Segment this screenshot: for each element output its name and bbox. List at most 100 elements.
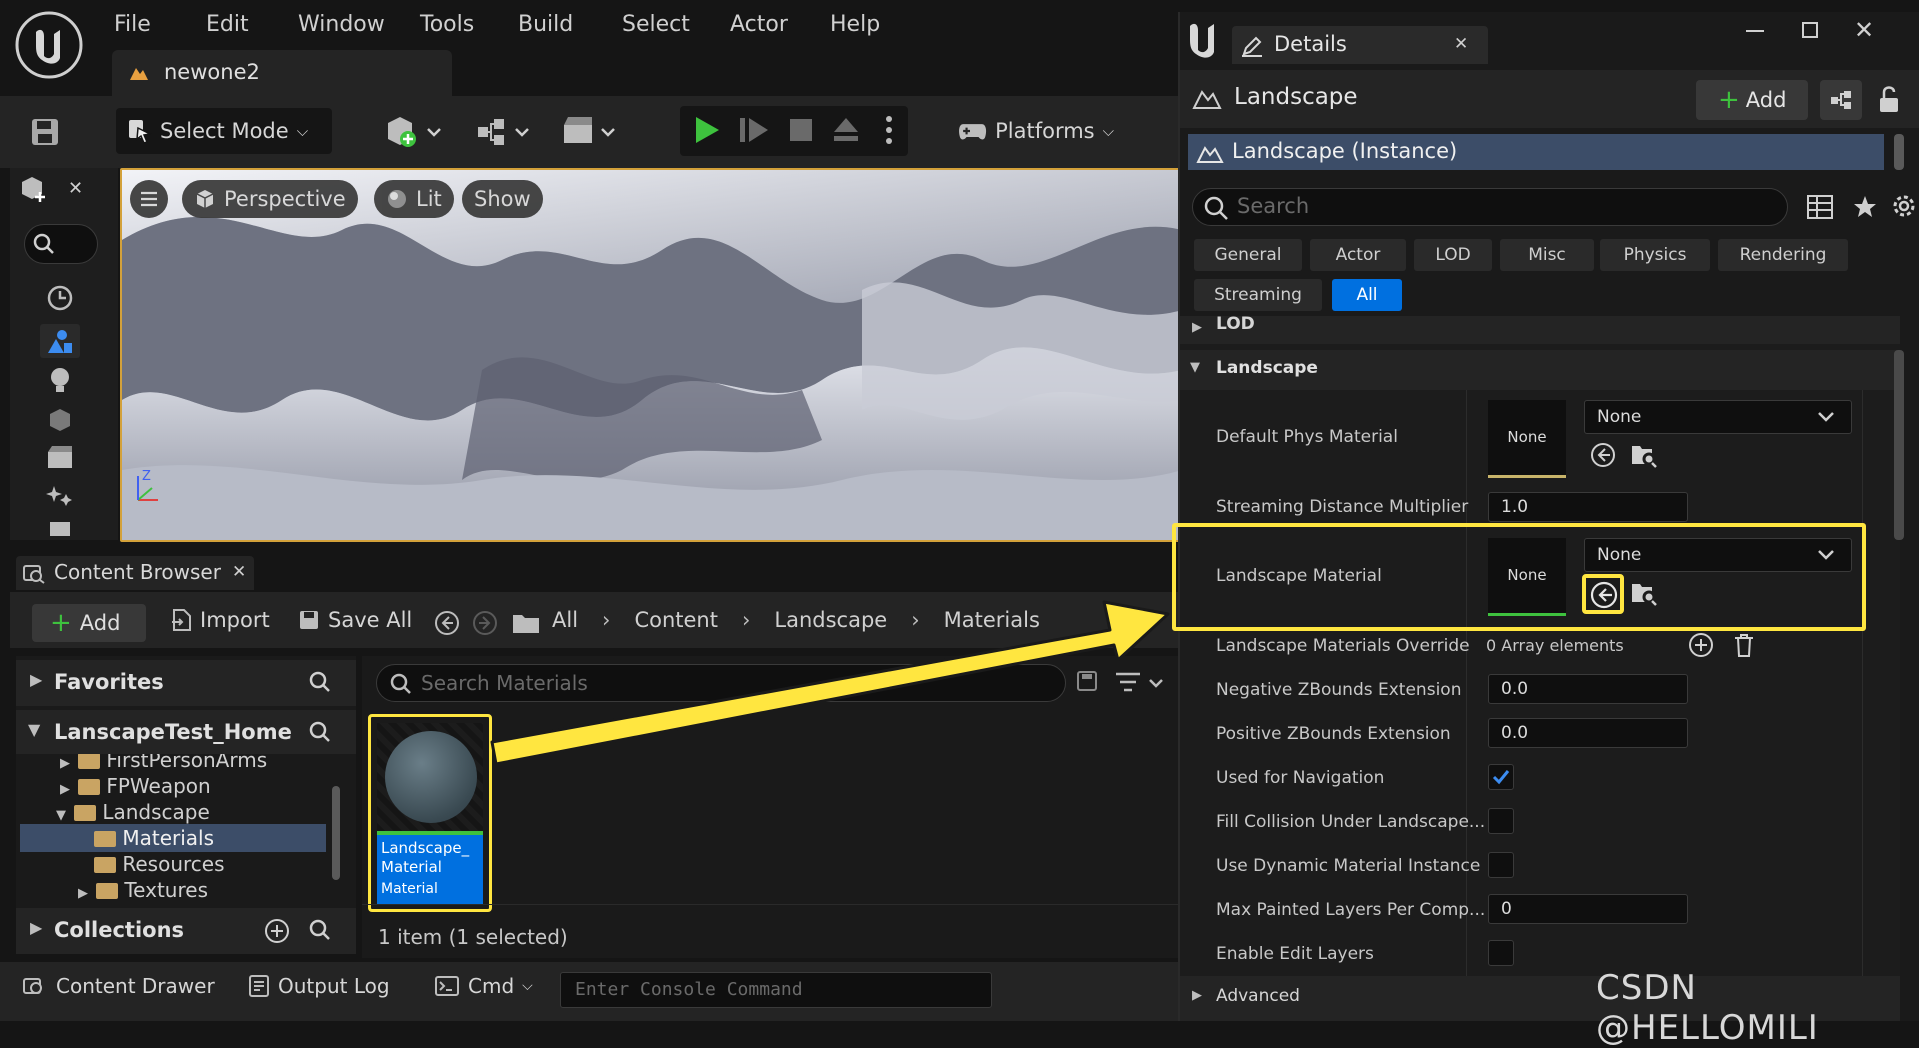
filter-physics[interactable]: Physics <box>1600 239 1710 271</box>
collections-header[interactable]: ▶ Collections <box>16 908 356 954</box>
visual-effects-icon[interactable] <box>46 482 74 510</box>
breadcrumb-materials[interactable]: Materials <box>944 608 1040 632</box>
search-icon[interactable] <box>308 670 332 694</box>
details-tab[interactable]: Details ✕ <box>1232 26 1488 64</box>
minimize-icon[interactable] <box>1746 30 1764 32</box>
content-drawer-button[interactable]: Content Drawer <box>22 974 215 998</box>
step-icon[interactable] <box>738 114 770 146</box>
landscape-material-dropdown[interactable]: None <box>1584 538 1852 572</box>
menu-actor[interactable]: Actor <box>730 12 788 37</box>
use-selected-asset-button[interactable] <box>1582 574 1624 614</box>
document-tab[interactable]: newone2 <box>112 50 452 96</box>
menu-edit[interactable]: Edit <box>206 12 249 37</box>
filter-rendering[interactable]: Rendering <box>1718 239 1848 271</box>
add-element-icon[interactable] <box>1688 632 1714 658</box>
enable-edit-layers-checkbox[interactable] <box>1488 940 1514 966</box>
settings-gear-icon[interactable] <box>1890 192 1918 220</box>
viewport-menu-button[interactable] <box>130 180 168 218</box>
tree-item-resources[interactable]: Resources <box>94 852 225 876</box>
component-instance-row[interactable]: Landscape (Instance) <box>1188 134 1884 170</box>
browse-asset-icon[interactable] <box>1630 442 1658 468</box>
blueprint-button[interactable] <box>1820 80 1862 120</box>
maximize-icon[interactable] <box>1802 22 1818 38</box>
browse-asset-icon[interactable] <box>1630 580 1658 606</box>
landscape-material-thumbnail[interactable]: None <box>1488 538 1566 616</box>
components-scrollbar[interactable] <box>1894 134 1904 170</box>
pos-zbounds-input[interactable]: 0.0 <box>1488 718 1688 748</box>
platforms-dropdown[interactable]: Platforms ⌵ <box>946 108 1126 154</box>
recent-icon[interactable] <box>46 284 74 312</box>
filter-all[interactable]: All <box>1332 279 1402 311</box>
breadcrumb-landscape[interactable]: Landscape <box>774 608 887 632</box>
blueprint-icon[interactable] <box>476 115 538 149</box>
tree-item-firstpersonarms[interactable]: ▶ FirstPersonArms <box>60 754 267 772</box>
favorite-star-icon[interactable] <box>1852 194 1878 220</box>
menu-file[interactable]: File <box>114 12 151 37</box>
close-window-icon[interactable]: ✕ <box>1854 16 1874 44</box>
tree-item-landscape[interactable]: ▼ Landscape <box>56 800 210 824</box>
search-materials-input[interactable]: Search Materials <box>376 664 1066 702</box>
stop-icon[interactable] <box>788 116 814 144</box>
project-header[interactable]: ▼ LanscapeTest_Home <box>16 710 356 754</box>
back-icon[interactable] <box>434 610 460 636</box>
add-collection-icon[interactable] <box>264 918 290 944</box>
lit-button[interactable]: Lit <box>374 180 454 218</box>
import-button[interactable]: Import <box>170 608 270 632</box>
perspective-button[interactable]: Perspective <box>182 180 358 218</box>
cmd-dropdown[interactable]: Cmd ⌵ <box>434 974 533 998</box>
filter-actor[interactable]: Actor <box>1310 239 1406 271</box>
phys-material-thumbnail[interactable]: None <box>1488 400 1566 478</box>
used-for-navigation-checkbox[interactable] <box>1488 764 1514 790</box>
close-icon[interactable]: ✕ <box>1454 34 1468 54</box>
close-icon[interactable]: ✕ <box>68 178 83 199</box>
tree-scrollbar[interactable] <box>332 786 340 880</box>
save-all-button[interactable]: Save All <box>298 608 412 632</box>
close-icon[interactable]: ✕ <box>232 562 246 582</box>
filter-streaming[interactable]: Streaming <box>1194 279 1322 311</box>
lock-icon[interactable] <box>1876 84 1902 114</box>
save-icon[interactable] <box>30 117 60 147</box>
section-lod[interactable]: ▶ LOD <box>1180 316 1900 344</box>
property-matrix-icon[interactable] <box>1806 194 1834 220</box>
breadcrumb-all[interactable]: All <box>552 608 578 632</box>
filter-misc[interactable]: Misc <box>1500 239 1594 271</box>
search-icon[interactable] <box>308 720 332 744</box>
dynamic-material-checkbox[interactable] <box>1488 852 1514 878</box>
asset-tile-landscape-material[interactable]: Landscape_ Material Material <box>368 714 492 912</box>
content-browser-tab[interactable]: Content Browser ✕ <box>16 556 254 590</box>
place-actors-tab-icon[interactable] <box>18 174 48 204</box>
filter-general[interactable]: General <box>1194 239 1302 271</box>
mode-search-input[interactable] <box>24 224 98 264</box>
add-actor-icon[interactable] <box>384 115 446 149</box>
cinematics-icon[interactable] <box>562 115 624 149</box>
filter-lod[interactable]: LOD <box>1414 239 1492 271</box>
favorites-header[interactable]: ▶ Favorites <box>16 660 356 706</box>
breadcrumb-content[interactable]: Content <box>634 608 718 632</box>
details-search-input[interactable]: Search <box>1192 188 1788 226</box>
basic-tab[interactable] <box>40 324 80 358</box>
menu-build[interactable]: Build <box>518 12 573 37</box>
delete-trash-icon[interactable] <box>1732 632 1756 658</box>
forward-icon[interactable] <box>472 610 498 636</box>
section-landscape[interactable]: ▼ Landscape <box>1180 350 1900 390</box>
use-selected-asset-icon[interactable] <box>1590 442 1616 468</box>
eject-icon[interactable] <box>830 114 862 146</box>
menu-tools[interactable]: Tools <box>420 12 474 37</box>
tree-item-textures[interactable]: ▶ Textures <box>78 878 208 902</box>
content-add-button[interactable]: + Add <box>32 604 146 642</box>
output-log-button[interactable]: Output Log <box>248 974 390 998</box>
actor-name[interactable]: Landscape <box>1234 84 1358 110</box>
volumes-icon[interactable] <box>46 520 74 536</box>
play-icon[interactable] <box>692 114 722 146</box>
shapes-icon[interactable] <box>46 406 74 434</box>
details-add-button[interactable]: + Add <box>1696 80 1808 120</box>
phys-material-dropdown[interactable]: None <box>1584 400 1852 434</box>
tree-item-fpweapon[interactable]: ▶ FPWeapon <box>60 774 211 798</box>
console-input[interactable]: Enter Console Command <box>560 972 992 1008</box>
level-viewport[interactable]: Perspective Lit Show Z <box>120 168 1180 542</box>
menu-window[interactable]: Window <box>298 12 385 37</box>
filter-icon[interactable] <box>1114 670 1166 694</box>
details-scrollbar[interactable] <box>1894 350 1904 540</box>
max-painted-layers-input[interactable]: 0 <box>1488 894 1688 924</box>
select-mode-dropdown[interactable]: Select Mode ⌵ <box>116 108 332 154</box>
